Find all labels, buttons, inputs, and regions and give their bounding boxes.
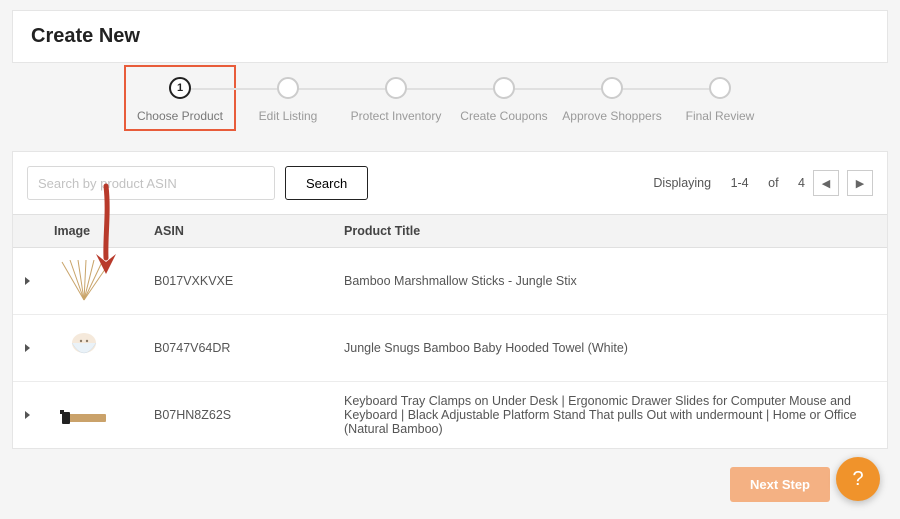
product-thumbnail [54, 327, 114, 369]
cell-asin: B07HN8Z62S [142, 382, 332, 449]
step-label: Choose Product [137, 109, 223, 123]
step-approve-shoppers[interactable]: Approve Shoppers [558, 77, 666, 123]
pager-total: 4 [798, 176, 805, 190]
expand-icon[interactable] [25, 277, 30, 285]
product-thumbnail [54, 260, 114, 302]
table-row[interactable]: B0747V64DR Jungle Snugs Bamboo Baby Hood… [13, 315, 887, 382]
step-create-coupons[interactable]: Create Coupons [450, 77, 558, 123]
step-edit-listing[interactable]: Edit Listing [234, 77, 342, 123]
step-label: Final Review [686, 109, 755, 123]
help-fab-button[interactable]: ? [836, 457, 880, 501]
table-controls: Search Displaying 1-4 of 4 ◀ ▶ [13, 152, 887, 214]
pager-of-label: of [768, 176, 778, 190]
cell-title: Jungle Snugs Bamboo Baby Hooded Towel (W… [332, 315, 887, 382]
product-table: Image ASIN Product Title [13, 214, 887, 448]
col-image-header: Image [42, 215, 142, 248]
stepper: 1 Choose Product Edit Listing Protect In… [12, 77, 888, 123]
footer: Next Step ? [12, 449, 888, 509]
step-circle [709, 77, 731, 99]
search-input[interactable] [27, 166, 275, 200]
pager: Displaying 1-4 of 4 ◀ ▶ [653, 170, 873, 196]
cell-title: Keyboard Tray Clamps on Under Desk | Erg… [332, 382, 887, 449]
pager-prev-button[interactable]: ◀ [813, 170, 839, 196]
product-table-card: Search Displaying 1-4 of 4 ◀ ▶ Image ASI… [12, 151, 888, 449]
step-final-review[interactable]: Final Review [666, 77, 774, 123]
step-protect-inventory[interactable]: Protect Inventory [342, 77, 450, 123]
step-circle [493, 77, 515, 99]
step-circle: 1 [169, 77, 191, 99]
step-label: Protect Inventory [351, 109, 442, 123]
col-asin-header: ASIN [142, 215, 332, 248]
help-icon: ? [852, 468, 863, 491]
step-circle [601, 77, 623, 99]
col-title-header: Product Title [332, 215, 887, 248]
page-header: Create New [12, 10, 888, 63]
cell-asin: B0747V64DR [142, 315, 332, 382]
expand-icon[interactable] [25, 411, 30, 419]
step-choose-product[interactable]: 1 Choose Product [126, 77, 234, 123]
next-step-button[interactable]: Next Step [730, 467, 830, 502]
cell-title: Bamboo Marshmallow Sticks - Jungle Stix [332, 248, 887, 315]
expand-icon[interactable] [25, 344, 30, 352]
cell-asin: B017VXKVXE [142, 248, 332, 315]
pager-range: 1-4 [731, 176, 749, 190]
step-label: Approve Shoppers [562, 109, 661, 123]
col-expand-header [13, 215, 42, 248]
table-row[interactable]: B07HN8Z62S Keyboard Tray Clamps on Under… [13, 382, 887, 449]
step-label: Create Coupons [460, 109, 547, 123]
page-title: Create New [31, 25, 869, 48]
search-button[interactable]: Search [285, 166, 368, 200]
pager-next-button[interactable]: ▶ [847, 170, 873, 196]
pager-displaying-label: Displaying [653, 176, 711, 190]
step-circle [277, 77, 299, 99]
step-label: Edit Listing [259, 109, 318, 123]
product-thumbnail [54, 394, 114, 436]
table-row[interactable]: B017VXKVXE Bamboo Marshmallow Sticks - J… [13, 248, 887, 315]
step-circle [385, 77, 407, 99]
